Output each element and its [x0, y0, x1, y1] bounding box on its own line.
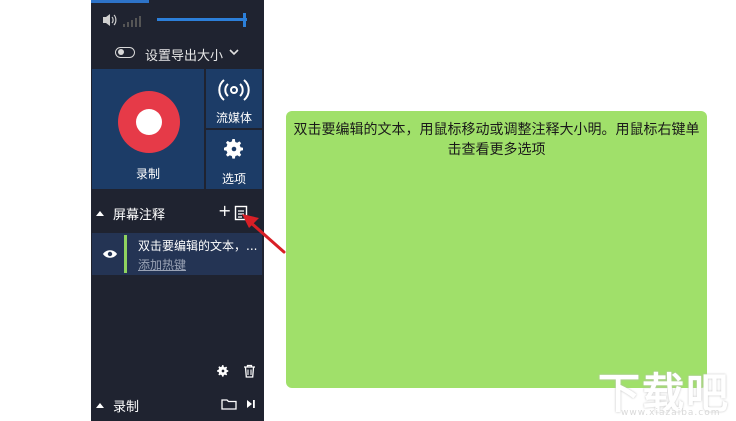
export-size-row[interactable]: 设置导出大小: [115, 44, 255, 64]
export-size-toggle[interactable]: [115, 47, 135, 58]
recording-section-header[interactable]: 录制: [95, 395, 260, 415]
chevron-down-icon[interactable]: [228, 44, 240, 60]
volume-slider-thumb[interactable]: [243, 13, 246, 27]
top-strip: [91, 0, 149, 3]
red-pointer-arrow-icon: [242, 214, 286, 254]
watermark-url: www.xiazaiba.com: [621, 408, 721, 418]
options-label: 选项: [221, 172, 246, 186]
annotation-note-box[interactable]: 双击要编辑的文本，用鼠标移动或调整注释大小明。用鼠标右键单击查看更多选项: [286, 111, 707, 388]
record-button[interactable]: 录制: [92, 69, 204, 189]
record-label: 录制: [135, 167, 160, 181]
streaming-button[interactable]: 流媒体: [206, 69, 262, 128]
record-dot: [136, 109, 162, 135]
add-hotkey-link[interactable]: 添加热键: [138, 256, 186, 273]
speaker-icon[interactable]: [101, 12, 119, 28]
caret-up-icon[interactable]: [95, 209, 105, 217]
streaming-label: 流媒体: [215, 111, 252, 125]
record-circle-icon: [118, 91, 180, 153]
screen-annotations-header[interactable]: 屏幕注释 +: [95, 201, 255, 223]
caret-up-icon[interactable]: [95, 401, 105, 409]
annotation-list-item[interactable]: 双击要编辑的文本，... 添加热键: [92, 233, 262, 275]
annotation-note-text[interactable]: 双击要编辑的文本，用鼠标移动或调整注释大小明。用鼠标右键单击查看更多选项: [292, 120, 701, 160]
recording-section-title: 录制: [113, 400, 140, 415]
add-annotation-icon[interactable]: +: [218, 201, 231, 220]
settings-gear-icon[interactable]: [216, 364, 230, 378]
gear-icon: [224, 139, 243, 159]
eye-icon[interactable]: [102, 249, 118, 259]
export-size-label: 设置导出大小: [145, 49, 224, 64]
watermark-logo: 下载吧 www.xiazaiba.com: [598, 362, 736, 421]
screen-annotations-title: 屏幕注释: [113, 208, 166, 223]
volume-slider[interactable]: [157, 18, 247, 21]
folder-icon[interactable]: [221, 398, 237, 410]
options-button[interactable]: 选项: [206, 130, 262, 189]
signal-bars-icon: [123, 16, 141, 27]
annotation-color-bar: [124, 235, 127, 273]
broadcast-icon: [218, 79, 250, 101]
audio-row: [101, 10, 251, 30]
toggle-knob: [118, 49, 124, 55]
skip-forward-icon[interactable]: [246, 399, 256, 409]
trash-icon[interactable]: [243, 364, 256, 378]
